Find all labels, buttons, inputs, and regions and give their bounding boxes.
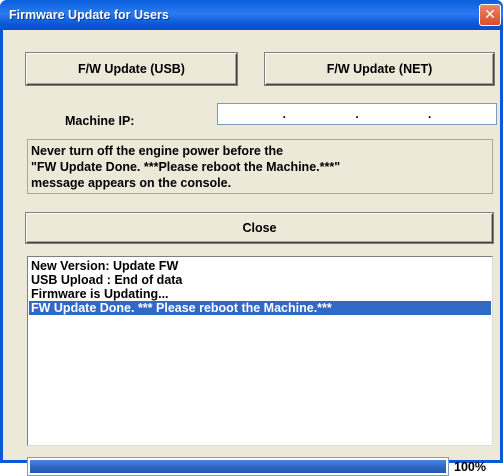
log-entry-selected[interactable]: FW Update Done. *** Please reboot the Ma… (29, 301, 491, 315)
progress-bar (27, 457, 449, 476)
close-button[interactable]: Close (26, 213, 493, 243)
status-log-list[interactable]: New Version: Update FW USB Upload : End … (27, 256, 493, 446)
warning-line: Never turn off the engine power before t… (31, 144, 284, 158)
dialog-body: F/W Update (USB) F/W Update (NET) Machin… (3, 30, 500, 476)
warning-message: Never turn off the engine power before t… (27, 139, 493, 194)
fw-update-usb-button[interactable]: F/W Update (USB) (26, 53, 237, 85)
ip-separator: . (282, 107, 286, 121)
ip-separator: . (355, 107, 359, 121)
log-entry[interactable]: USB Upload : End of data (29, 273, 491, 287)
progress-percent: 100% (454, 460, 486, 474)
log-entry[interactable]: Firmware is Updating... (29, 287, 491, 301)
progress-fill (30, 460, 446, 473)
firmware-update-window: Firmware Update for Users ✕ F/W Update (… (0, 0, 503, 476)
ip-separator: . (427, 107, 432, 121)
close-icon[interactable]: ✕ (479, 4, 501, 26)
machine-ip-label: Machine IP: (65, 114, 135, 128)
machine-ip-input[interactable]: . . . (217, 103, 497, 125)
fw-update-net-button[interactable]: F/W Update (NET) (265, 53, 494, 85)
warning-line: message appears on the console. (31, 176, 232, 190)
title-bar[interactable]: Firmware Update for Users ✕ (0, 0, 503, 30)
warning-line: "FW Update Done. ***Please reboot the Ma… (31, 160, 341, 174)
log-entry[interactable]: New Version: Update FW (29, 259, 491, 273)
window-title: Firmware Update for Users (9, 8, 169, 22)
